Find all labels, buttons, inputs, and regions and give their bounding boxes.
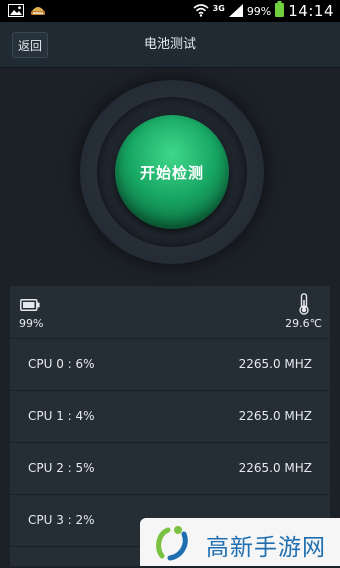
battery-percent: 99% [19,317,44,330]
cpu-row: CPU 2 : 5% 2265.0 MHZ [10,443,330,495]
start-detect-button[interactable]: 开始检测 [115,115,229,229]
cpu-row: CPU 1 : 4% 2265.0 MHZ [10,391,330,443]
watermark: 高新手游网 [140,518,340,566]
signal-icon [228,2,243,21]
battery-icon [275,1,285,21]
back-button[interactable]: 返回 [12,32,49,58]
status-bar: 3G 99% 14:14 [0,0,340,22]
notification-icon [30,2,46,21]
cpu-frequency: 2265.0 MHZ [238,357,312,371]
image-icon [8,2,24,21]
cpu-row: CPU 0 : 6% 2265.0 MHZ [10,339,330,391]
start-area: 开始检测 [0,68,340,286]
cpu-usage-label: CPU 1 : 4% [28,409,95,423]
status-battery-percent: 99% [246,4,272,18]
cpu-usage-label: CPU 3 : 2% [28,513,95,527]
page-title: 电池测试 [143,37,196,52]
cpu-frequency: 2265.0 MHZ [238,409,312,423]
cpu-usage-label: CPU 2 : 5% [28,461,95,475]
temperature-value: 29.6℃ [285,317,322,330]
battery-temp-row: 99% 29.6℃ [10,286,330,339]
network-type: 3G [212,3,225,13]
watermark-logo-icon [152,522,198,568]
status-time: 14:14 [288,2,334,20]
title-bar: 返回 电池测试 [0,22,340,68]
battery-icon [20,296,40,315]
thermometer-icon [298,293,310,319]
watermark-text: 高新手游网 [206,535,326,561]
wifi-icon [193,2,209,21]
cpu-usage-label: CPU 0 : 6% [28,357,95,371]
cpu-frequency: 2265.0 MHZ [238,461,312,475]
